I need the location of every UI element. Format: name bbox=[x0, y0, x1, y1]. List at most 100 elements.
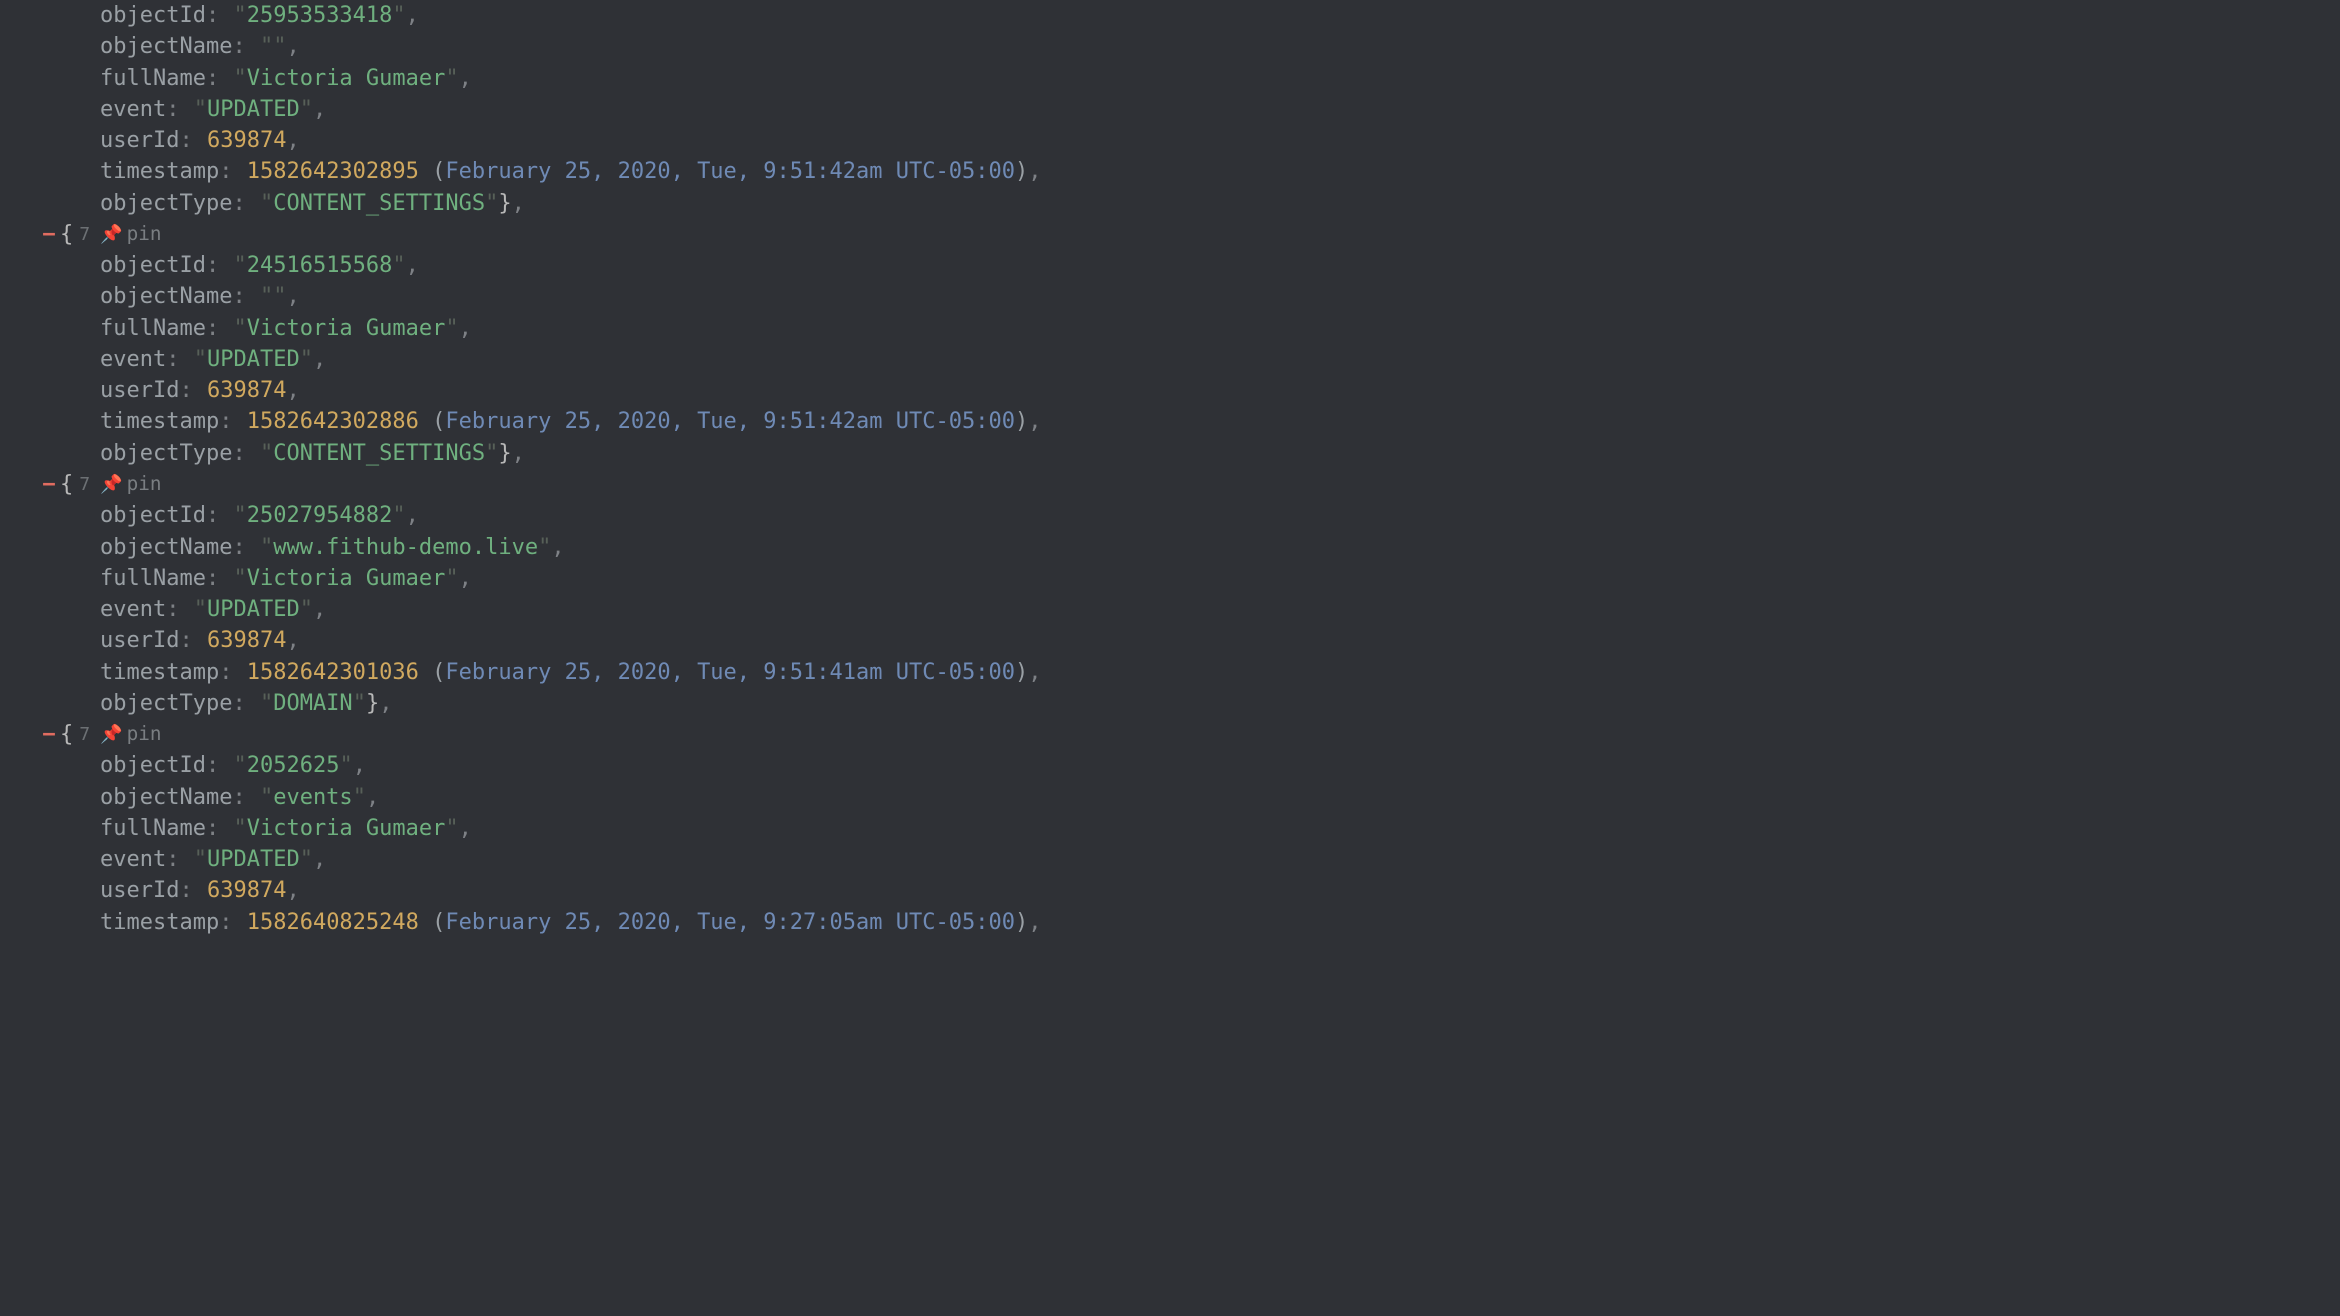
brace-open: { bbox=[60, 222, 73, 247]
property-key: userId bbox=[100, 378, 179, 403]
property-key: userId bbox=[100, 628, 179, 653]
string-value: 25953533418 bbox=[247, 3, 393, 28]
brace-close: } bbox=[498, 191, 511, 216]
pin-label[interactable]: pin bbox=[127, 222, 162, 245]
object-open-row: −{7📌pin bbox=[62, 719, 2340, 750]
string-value: UPDATED bbox=[207, 97, 300, 122]
string-value: 25027954882 bbox=[247, 503, 393, 528]
json-property: timestamp: 1582642302886 (February 25, 2… bbox=[62, 406, 2340, 437]
entry-count: 7 bbox=[79, 474, 90, 495]
json-property: fullName: "Victoria Gumaer", bbox=[62, 63, 2340, 94]
string-value: events bbox=[273, 785, 352, 810]
string-value: 2052625 bbox=[247, 753, 340, 778]
property-key: event bbox=[100, 597, 166, 622]
json-property: timestamp: 1582642301036 (February 25, 2… bbox=[62, 657, 2340, 688]
property-key: event bbox=[100, 347, 166, 372]
property-key: event bbox=[100, 847, 166, 872]
json-property: objectType: "CONTENT_SETTINGS"}, bbox=[62, 438, 2340, 469]
number-value: 639874 bbox=[207, 128, 286, 153]
json-property: objectName: "", bbox=[62, 31, 2340, 62]
property-key: objectName bbox=[100, 535, 232, 560]
json-property: objectName: "events", bbox=[62, 782, 2340, 813]
json-property: userId: 639874, bbox=[62, 875, 2340, 906]
json-property: objectName: "www.fithub-demo.live", bbox=[62, 532, 2340, 563]
json-property: timestamp: 1582642302895 (February 25, 2… bbox=[62, 156, 2340, 187]
property-key: objectType bbox=[100, 691, 232, 716]
property-key: objectId bbox=[100, 503, 206, 528]
string-value: UPDATED bbox=[207, 347, 300, 372]
collapse-toggle-icon[interactable]: − bbox=[42, 471, 56, 498]
pin-icon[interactable]: 📌 bbox=[100, 474, 122, 495]
collapse-toggle-icon[interactable]: − bbox=[42, 221, 56, 248]
property-key: fullName bbox=[100, 66, 206, 91]
number-value: 639874 bbox=[207, 378, 286, 403]
number-value: 1582642302895 bbox=[247, 159, 419, 184]
brace-close: } bbox=[366, 691, 379, 716]
pin-icon[interactable]: 📌 bbox=[100, 724, 122, 745]
pin-label[interactable]: pin bbox=[127, 472, 162, 495]
brace-open: { bbox=[60, 472, 73, 497]
json-property: objectId: "25953533418", bbox=[62, 0, 2340, 31]
json-property: objectName: "", bbox=[62, 281, 2340, 312]
json-property: objectId: "2052625", bbox=[62, 750, 2340, 781]
json-property: objectId: "25027954882", bbox=[62, 500, 2340, 531]
json-property: event: "UPDATED", bbox=[62, 594, 2340, 625]
timestamp-readable: February 25, 2020, Tue, 9:27:05am UTC-05… bbox=[445, 910, 1015, 935]
brace-close: } bbox=[498, 441, 511, 466]
property-key: userId bbox=[100, 128, 179, 153]
json-property: objectType: "CONTENT_SETTINGS"}, bbox=[62, 188, 2340, 219]
string-value: www.fithub-demo.live bbox=[273, 535, 538, 560]
string-value: DOMAIN bbox=[273, 691, 352, 716]
brace-open: { bbox=[60, 722, 73, 747]
json-property: userId: 639874, bbox=[62, 375, 2340, 406]
string-value: UPDATED bbox=[207, 597, 300, 622]
string-value: CONTENT_SETTINGS bbox=[273, 191, 485, 216]
property-key: timestamp bbox=[100, 409, 219, 434]
property-key: fullName bbox=[100, 816, 206, 841]
number-value: 1582642301036 bbox=[247, 660, 419, 685]
json-property: objectId: "24516515568", bbox=[62, 250, 2340, 281]
collapse-toggle-icon[interactable]: − bbox=[42, 721, 56, 748]
property-key: timestamp bbox=[100, 910, 219, 935]
json-property: fullName: "Victoria Gumaer", bbox=[62, 813, 2340, 844]
timestamp-readable: February 25, 2020, Tue, 9:51:42am UTC-05… bbox=[445, 409, 1015, 434]
json-property: userId: 639874, bbox=[62, 625, 2340, 656]
json-property: userId: 639874, bbox=[62, 125, 2340, 156]
json-property: objectType: "DOMAIN"}, bbox=[62, 688, 2340, 719]
json-property: event: "UPDATED", bbox=[62, 94, 2340, 125]
string-value: UPDATED bbox=[207, 847, 300, 872]
property-key: timestamp bbox=[100, 159, 219, 184]
json-property: timestamp: 1582640825248 (February 25, 2… bbox=[62, 907, 2340, 938]
string-value: Victoria Gumaer bbox=[247, 316, 446, 341]
property-key: objectType bbox=[100, 191, 232, 216]
pin-label[interactable]: pin bbox=[127, 722, 162, 745]
timestamp-readable: February 25, 2020, Tue, 9:51:42am UTC-05… bbox=[445, 159, 1015, 184]
json-property: fullName: "Victoria Gumaer", bbox=[62, 563, 2340, 594]
string-value: Victoria Gumaer bbox=[247, 816, 446, 841]
string-value: 24516515568 bbox=[247, 253, 393, 278]
property-key: objectId bbox=[100, 753, 206, 778]
json-property: event: "UPDATED", bbox=[62, 344, 2340, 375]
property-key: timestamp bbox=[100, 660, 219, 685]
property-key: objectId bbox=[100, 3, 206, 28]
pin-icon[interactable]: 📌 bbox=[100, 224, 122, 245]
json-property: event: "UPDATED", bbox=[62, 844, 2340, 875]
entry-count: 7 bbox=[79, 724, 90, 745]
json-viewer: objectId: "25953533418",objectName: "",f… bbox=[0, 0, 2340, 938]
property-key: fullName bbox=[100, 566, 206, 591]
property-key: fullName bbox=[100, 316, 206, 341]
number-value: 639874 bbox=[207, 878, 286, 903]
number-value: 1582640825248 bbox=[247, 910, 419, 935]
property-key: objectType bbox=[100, 441, 232, 466]
property-key: objectName bbox=[100, 284, 232, 309]
string-value: Victoria Gumaer bbox=[247, 66, 446, 91]
string-value: Victoria Gumaer bbox=[247, 566, 446, 591]
number-value: 639874 bbox=[207, 628, 286, 653]
timestamp-readable: February 25, 2020, Tue, 9:51:41am UTC-05… bbox=[445, 660, 1015, 685]
object-open-row: −{7📌pin bbox=[62, 219, 2340, 250]
property-key: objectName bbox=[100, 785, 232, 810]
number-value: 1582642302886 bbox=[247, 409, 419, 434]
property-key: event bbox=[100, 97, 166, 122]
string-value: CONTENT_SETTINGS bbox=[273, 441, 485, 466]
object-open-row: −{7📌pin bbox=[62, 469, 2340, 500]
